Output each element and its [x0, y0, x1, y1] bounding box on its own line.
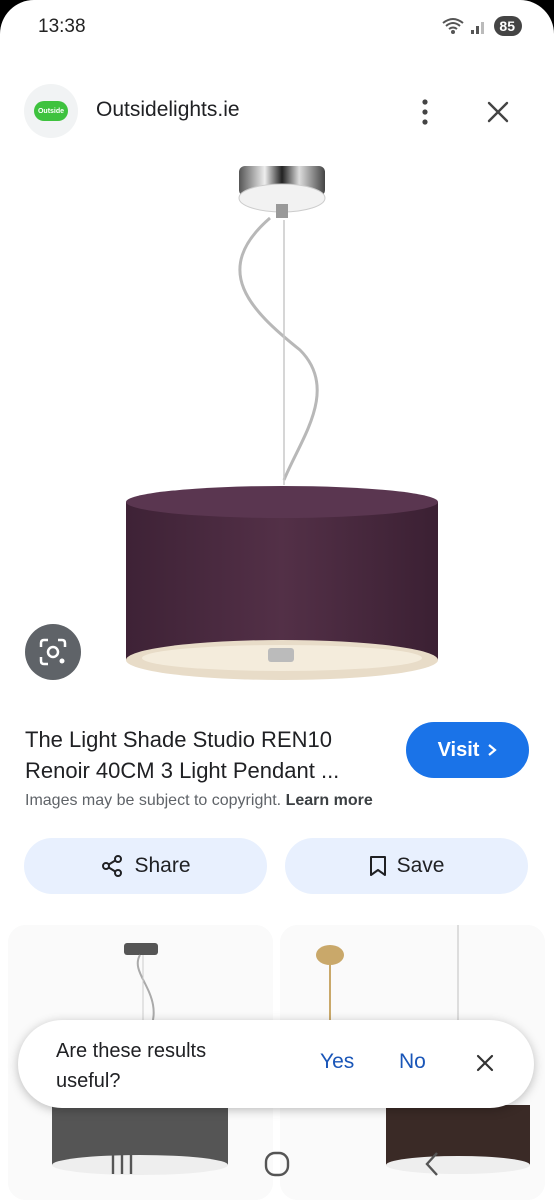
feedback-close-button[interactable] [470, 1048, 500, 1078]
chevron-right-icon [488, 744, 498, 756]
close-icon [476, 1054, 494, 1072]
save-label: Save [396, 854, 445, 877]
product-title[interactable]: The Light Shade Studio REN10 Renoir 40CM… [25, 724, 395, 786]
visit-label: Visit [437, 738, 480, 761]
home-button[interactable] [257, 1148, 297, 1180]
more-vert-icon [422, 99, 428, 125]
copyright-notice: Images may be subject to copyright. Lear… [25, 792, 373, 810]
bookmark-icon [369, 856, 386, 876]
wifi-icon [442, 18, 465, 34]
battery-indicator: 85 [494, 16, 522, 36]
lens-search-button[interactable] [25, 624, 81, 680]
save-button[interactable]: Save [285, 838, 528, 894]
signal-icon [471, 22, 485, 34]
back-icon [425, 1152, 438, 1176]
product-image[interactable] [0, 150, 554, 690]
share-icon [102, 855, 123, 877]
site-name[interactable]: Outsidelights.ie [96, 98, 240, 122]
screen: 13:38 85 Outside Outsidelights.ie The Li… [0, 0, 554, 1200]
lens-icon [39, 638, 67, 666]
feedback-question: Are these results useful? [56, 1040, 207, 1092]
feedback-yes-button[interactable]: Yes [320, 1050, 354, 1074]
share-button[interactable]: Share [24, 838, 267, 894]
status-icons: 85 [442, 16, 522, 36]
recents-icon [111, 1154, 133, 1174]
feedback-no-button[interactable]: No [399, 1050, 426, 1074]
close-button[interactable] [480, 94, 516, 130]
more-options-button[interactable] [410, 92, 440, 132]
feedback-popup: Are these results useful? Yes No [18, 1020, 534, 1108]
copyright-text: Images may be subject to copyright. [25, 792, 282, 809]
system-nav-bar [0, 1128, 554, 1200]
share-label: Share [134, 854, 191, 877]
back-button[interactable] [412, 1148, 452, 1180]
site-logo[interactable]: Outside [24, 84, 78, 138]
result-header: Outside Outsidelights.ie [0, 84, 554, 140]
recents-button[interactable] [102, 1148, 142, 1180]
status-bar: 13:38 85 [0, 0, 554, 56]
status-time: 13:38 [38, 16, 86, 37]
close-icon [487, 101, 509, 123]
visit-button[interactable]: Visit [406, 722, 529, 778]
home-icon [264, 1151, 290, 1177]
site-logo-text: Outside [34, 101, 68, 121]
learn-more-link[interactable]: Learn more [286, 792, 373, 809]
